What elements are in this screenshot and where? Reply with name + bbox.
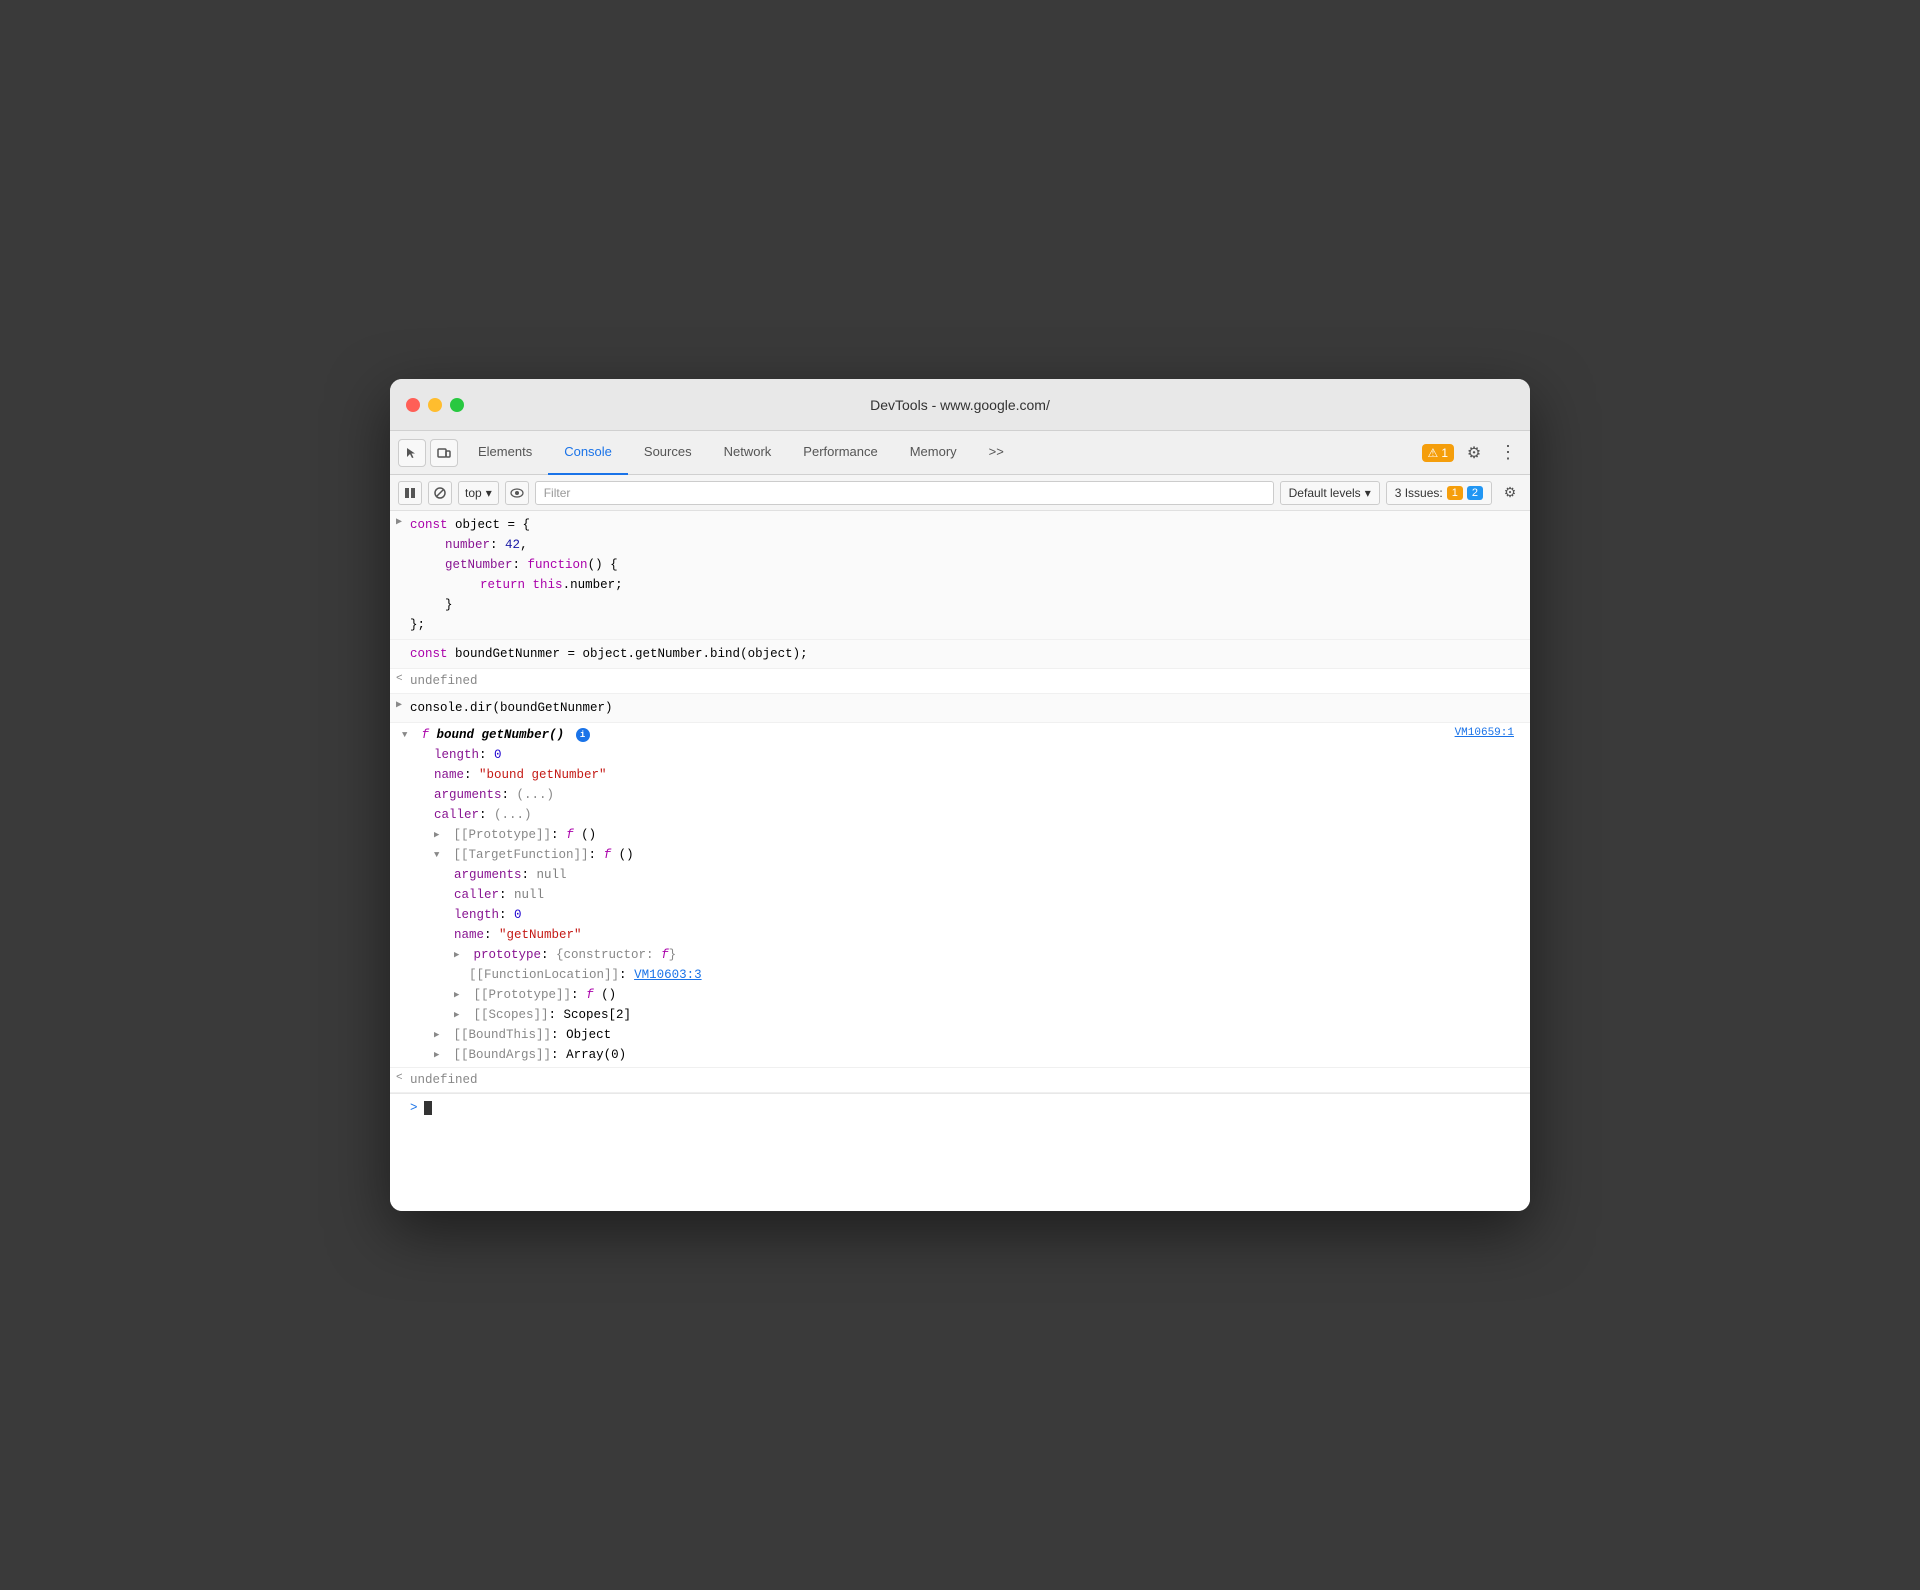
window-title: DevTools - www.google.com/ — [870, 397, 1050, 413]
bound-this-expand[interactable] — [434, 1028, 446, 1042]
console-entry-dir: ▶ console.dir(boundGetNunmer) — [390, 694, 1530, 723]
tree-item-prototype: [[Prototype]]: f () — [402, 825, 1522, 845]
tree-item-caller: caller: (...) — [402, 805, 1522, 825]
tree-item-tf-proto2: [[Prototype]]: f () — [402, 985, 1522, 1005]
devtools-window: DevTools - www.google.com/ Elements Cons… — [390, 379, 1530, 1211]
maximize-button[interactable] — [450, 398, 464, 412]
tree-item-tf-caller: caller: null — [402, 885, 1522, 905]
device-toggle-icon[interactable] — [430, 439, 458, 467]
cursor — [424, 1101, 432, 1115]
more-options-button[interactable]: ⋮ — [1494, 439, 1522, 467]
tab-memory[interactable]: Memory — [894, 431, 973, 475]
console-result-2: < undefined — [390, 1068, 1530, 1093]
filter-input[interactable] — [535, 481, 1274, 505]
nav-tabs: Elements Console Sources Network Perform… — [462, 431, 1418, 475]
tab-console[interactable]: Console — [548, 431, 628, 475]
tree-item-tf-length: length: 0 — [402, 905, 1522, 925]
tree-item-tf-arguments: arguments: null — [402, 865, 1522, 885]
eye-filter-button[interactable] — [505, 481, 529, 505]
tab-performance[interactable]: Performance — [787, 431, 893, 475]
warning-count-badge: 1 — [1447, 486, 1463, 500]
tab-sources[interactable]: Sources — [628, 431, 708, 475]
titlebar: DevTools - www.google.com/ — [390, 379, 1530, 431]
console-output: ▶ const object = { number: 42, getNumber… — [390, 511, 1530, 1211]
console-toolbar: top ▾ Default levels ▾ 3 Issues: 1 2 ⚙ — [390, 475, 1530, 511]
vm10603-link[interactable]: VM10603:3 — [634, 968, 702, 982]
main-toolbar: Elements Console Sources Network Perform… — [390, 431, 1530, 475]
tree-item-bound-this: [[BoundThis]]: Object — [402, 1025, 1522, 1045]
vm-link[interactable]: VM10659:1 — [1455, 725, 1514, 743]
issues-badge[interactable]: 3 Issues: 1 2 — [1386, 481, 1492, 505]
console-entry-tree: VM10659:1 f bound getNumber() i length: … — [390, 723, 1530, 1068]
tf-proto-expand[interactable] — [454, 948, 466, 962]
tree-item-tf-proto: prototype: {constructor: f} — [402, 945, 1522, 965]
toolbar-right: ⚠ 1 ⚙ ⋮ — [1422, 439, 1522, 467]
tab-elements[interactable]: Elements — [462, 431, 548, 475]
tf-scopes-expand[interactable] — [454, 1008, 466, 1022]
tab-network[interactable]: Network — [708, 431, 788, 475]
tree-item-tf-name: name: "getNumber" — [402, 925, 1522, 945]
log-levels-button[interactable]: Default levels ▾ — [1280, 481, 1380, 505]
tree-item-length: length: 0 — [402, 745, 1522, 765]
minimize-button[interactable] — [428, 398, 442, 412]
console-entry-object: ▶ const object = { number: 42, getNumber… — [390, 511, 1530, 640]
console-prompt[interactable]: > — [390, 1093, 1530, 1122]
info-icon[interactable]: i — [576, 728, 590, 742]
expand-icon-dir[interactable]: ▶ — [396, 698, 402, 714]
settings-button[interactable]: ⚙ — [1460, 439, 1488, 467]
traffic-lights — [406, 398, 464, 412]
tree-item-arguments: arguments: (...) — [402, 785, 1522, 805]
tree-item-name: name: "bound getNumber" — [402, 765, 1522, 785]
tree-item-tf-fnloc: [[FunctionLocation]]: VM10603:3 — [402, 965, 1522, 985]
prototype-expand[interactable] — [434, 828, 446, 842]
tree-item-bound-args: [[BoundArgs]]: Array(0) — [402, 1045, 1522, 1065]
console-settings-button[interactable]: ⚙ — [1498, 481, 1522, 505]
tree-item-target-fn: [[TargetFunction]]: f () — [402, 845, 1522, 865]
prompt-arrow: > — [410, 1098, 418, 1118]
console-result-1: < undefined — [390, 669, 1530, 694]
clear-console-button[interactable] — [428, 481, 452, 505]
pointer-icon[interactable] — [398, 439, 426, 467]
expand-icon[interactable]: ▶ — [396, 515, 402, 531]
info-count-badge: 2 — [1467, 486, 1483, 500]
context-selector[interactable]: top ▾ — [458, 481, 499, 505]
tf-proto2-expand[interactable] — [454, 988, 466, 1002]
console-entry-bind: const boundGetNunmer = object.getNumber.… — [390, 640, 1530, 669]
tree-item-tf-scopes: [[Scopes]]: Scopes[2] — [402, 1005, 1522, 1025]
close-button[interactable] — [406, 398, 420, 412]
tree-root-expand[interactable] — [402, 728, 414, 742]
target-fn-expand[interactable] — [434, 848, 446, 862]
warning-badge[interactable]: ⚠ 1 — [1422, 444, 1454, 462]
warning-icon: ⚠ — [1428, 446, 1439, 460]
tab-more[interactable]: >> — [973, 431, 1020, 475]
bound-args-expand[interactable] — [434, 1048, 446, 1062]
run-button[interactable] — [398, 481, 422, 505]
